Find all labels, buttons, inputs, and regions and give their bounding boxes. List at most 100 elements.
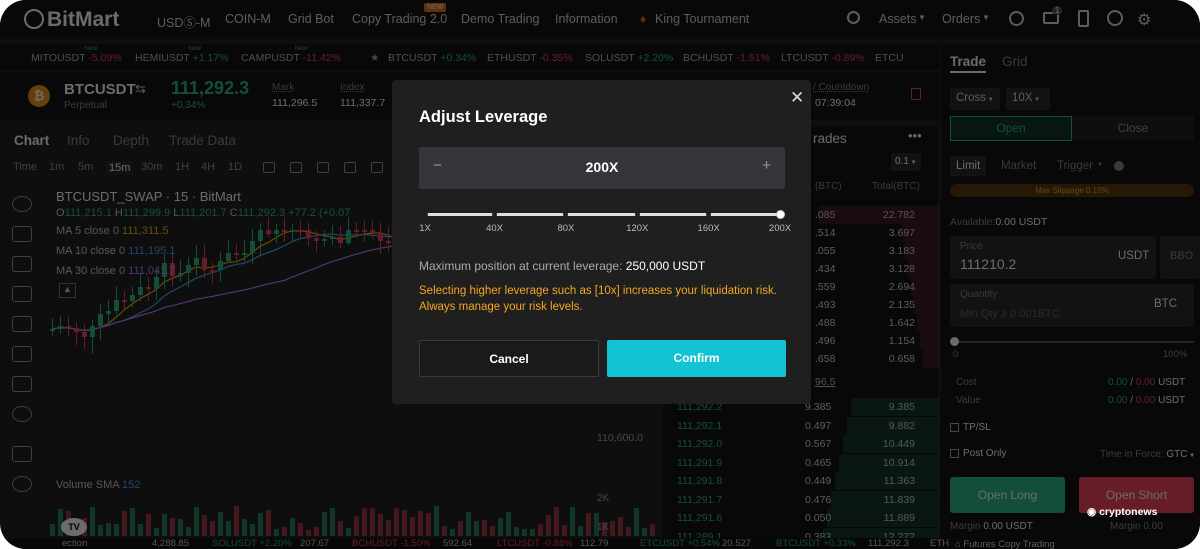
orderbook-bid-row[interactable]: 111,292.1 0.497 9.882 [663, 416, 939, 435]
globe-icon[interactable] [1107, 10, 1123, 26]
ticker-item[interactable]: ETCU [875, 52, 904, 64]
tpsl-checkbox[interactable] [950, 423, 959, 432]
info-icon[interactable] [1114, 161, 1124, 171]
slider-label[interactable]: 1X [419, 223, 431, 234]
confirm-button[interactable]: Confirm [607, 340, 786, 377]
bottom-ticker-item[interactable]: 20.527 [722, 538, 751, 549]
bottom-ticker-item[interactable]: 111,292.3 [868, 538, 909, 549]
more-icon[interactable]: ••• [908, 128, 922, 143]
tab-trade[interactable]: Trade [950, 54, 987, 73]
candle-type-icon[interactable] [263, 162, 275, 173]
timeframe-1h[interactable]: 1H [175, 161, 189, 173]
brush-icon[interactable] [12, 346, 32, 362]
leverage-slider[interactable] [422, 209, 785, 219]
nav-king-tournament[interactable]: King Tournament [655, 12, 749, 26]
timeframe-30m[interactable]: 30m [141, 161, 162, 173]
price-input[interactable]: Price 111210.2 USDT [950, 236, 1156, 279]
indicators-icon[interactable] [344, 162, 356, 173]
collapse-legend-icon[interactable]: ▲ [59, 283, 76, 298]
slider-tick[interactable] [634, 211, 640, 217]
amount-slider[interactable] [954, 341, 1194, 343]
nav-assets[interactable]: Assets [879, 12, 917, 26]
tab-depth[interactable]: Depth [113, 133, 149, 148]
star-icon[interactable]: ★ [370, 52, 379, 64]
undo-icon[interactable] [290, 162, 302, 173]
pattern-icon[interactable] [12, 286, 32, 302]
horizontal-lines-icon[interactable] [12, 256, 32, 272]
post-only-checkbox[interactable] [950, 449, 959, 458]
increase-leverage-button[interactable]: + [762, 157, 771, 174]
nav-copy-trading[interactable]: Copy Trading 2.0 [352, 12, 447, 26]
bottom-ticker-item[interactable]: 592.64 [443, 538, 472, 549]
bottom-ticker-item[interactable]: 4,288.85 [152, 538, 189, 549]
leverage-select[interactable]: 10X ▼ [1006, 88, 1050, 110]
ruler-icon[interactable] [12, 446, 32, 462]
ticker-item[interactable]: BTCUSDT +0.34% [388, 52, 476, 64]
orderbook-bid-row[interactable]: 111,291.9 0.465 10.914 [663, 453, 939, 472]
text-icon[interactable] [12, 376, 32, 392]
swap-icon[interactable]: ⇆ [135, 81, 146, 97]
slider-label[interactable]: 40X [486, 223, 503, 234]
zoom-icon[interactable] [12, 476, 32, 492]
brand-name[interactable]: BitMart [47, 8, 119, 32]
tab-trade-data[interactable]: Trade Data [169, 133, 236, 148]
slider-knob[interactable] [775, 209, 785, 219]
tab-grid[interactable]: Grid [1002, 54, 1028, 69]
bottom-ticker-item[interactable]: ETH [930, 538, 949, 549]
nav-orders[interactable]: Orders [942, 12, 980, 26]
slider-label[interactable]: 160X [698, 223, 720, 234]
nav-grid-bot[interactable]: Grid Bot [288, 12, 334, 26]
nav-usds-m[interactable]: USDⓈ-M [157, 12, 210, 31]
search-icon[interactable] [847, 11, 860, 24]
post-only-label[interactable]: Post Only [963, 448, 1006, 459]
bottom-ticker-item[interactable]: BTCUSDT +0.33% [776, 538, 856, 549]
compare-icon[interactable] [371, 162, 383, 173]
bottom-ticker-item[interactable]: BCHUSDT -1.50% [352, 538, 431, 549]
leverage-stepper[interactable]: − 200X + [419, 147, 785, 189]
ticker-item[interactable]: ETHUSDT -0.35% [487, 52, 573, 64]
leverage-value[interactable]: 200X [419, 159, 785, 175]
quantity-input[interactable]: Quantity Min Qty ≥ 0.001BTC BTC [950, 284, 1194, 327]
ticker-item[interactable]: CAMPUSDT -11.42% New [241, 46, 341, 64]
futures-copy-trading-link[interactable]: ⌂ Futures Copy Trading [955, 539, 1055, 549]
order-type-limit[interactable]: Limit [950, 156, 987, 176]
symbol-name[interactable]: BTCUSDT [64, 81, 136, 98]
tab-info[interactable]: Info [67, 133, 90, 148]
slider-tick[interactable] [706, 211, 712, 217]
bbo-button[interactable]: BBO [1160, 236, 1200, 279]
timeframe-5m[interactable]: 5m [78, 161, 93, 173]
ticker-item[interactable]: MITOUSDT -5.09% New [31, 46, 122, 64]
orderbook-bid-row[interactable]: 111,292.0 0.567 10.449 [663, 435, 939, 453]
timeframe-4h[interactable]: 4H [201, 161, 215, 173]
tab-chart[interactable]: Chart [14, 133, 49, 148]
ticker-item[interactable]: BCHUSDT -1.51% [683, 52, 770, 64]
tif-label[interactable]: Time in Force: GTC ▼ [1100, 449, 1195, 460]
orderbook-bid-row[interactable]: 111,291.7 0.476 11.839 [663, 490, 939, 509]
order-type-trigger[interactable]: Trigger [1057, 160, 1093, 172]
nav-coin-m[interactable]: COIN-M [225, 12, 271, 26]
slider-label[interactable]: 120X [626, 223, 648, 234]
slider-tick[interactable] [563, 211, 569, 217]
bottom-ticker-item[interactable]: LTCUSDT -0.88% [497, 538, 573, 549]
nav-information[interactable]: Information [555, 12, 618, 26]
close-icon[interactable]: ✕ [790, 88, 804, 108]
margin-mode-select[interactable]: Cross ▼ [950, 88, 1000, 110]
redo-icon[interactable] [317, 162, 329, 173]
trades-tab[interactable]: rades [813, 131, 847, 146]
amount-slider-knob[interactable] [950, 337, 959, 346]
trend-line-icon[interactable] [12, 226, 32, 242]
download-icon[interactable] [1078, 10, 1089, 27]
orderbook-bid-row[interactable]: 111,291.6 0.050 11.889 [663, 509, 939, 527]
crosshair-icon[interactable] [12, 196, 32, 212]
bottom-ticker-item[interactable]: ection [62, 538, 87, 549]
bottom-ticker-item[interactable]: SOLUSDT +2.20% [212, 538, 292, 549]
support-icon[interactable] [1009, 11, 1024, 26]
nav-demo-trading[interactable]: Demo Trading [461, 12, 540, 26]
ticker-item[interactable]: LTCUSDT -0.89% [781, 52, 865, 64]
tpsl-label[interactable]: TP/SL [963, 422, 991, 433]
calculator-icon[interactable] [911, 88, 921, 100]
fib-icon[interactable] [12, 316, 32, 332]
bottom-ticker-item[interactable]: 207.67 [300, 538, 329, 549]
ticker-item[interactable]: HEMIUSDT +1.17% New [135, 46, 228, 64]
slippage-badge[interactable]: Max Slippage 0.10% [950, 184, 1194, 197]
